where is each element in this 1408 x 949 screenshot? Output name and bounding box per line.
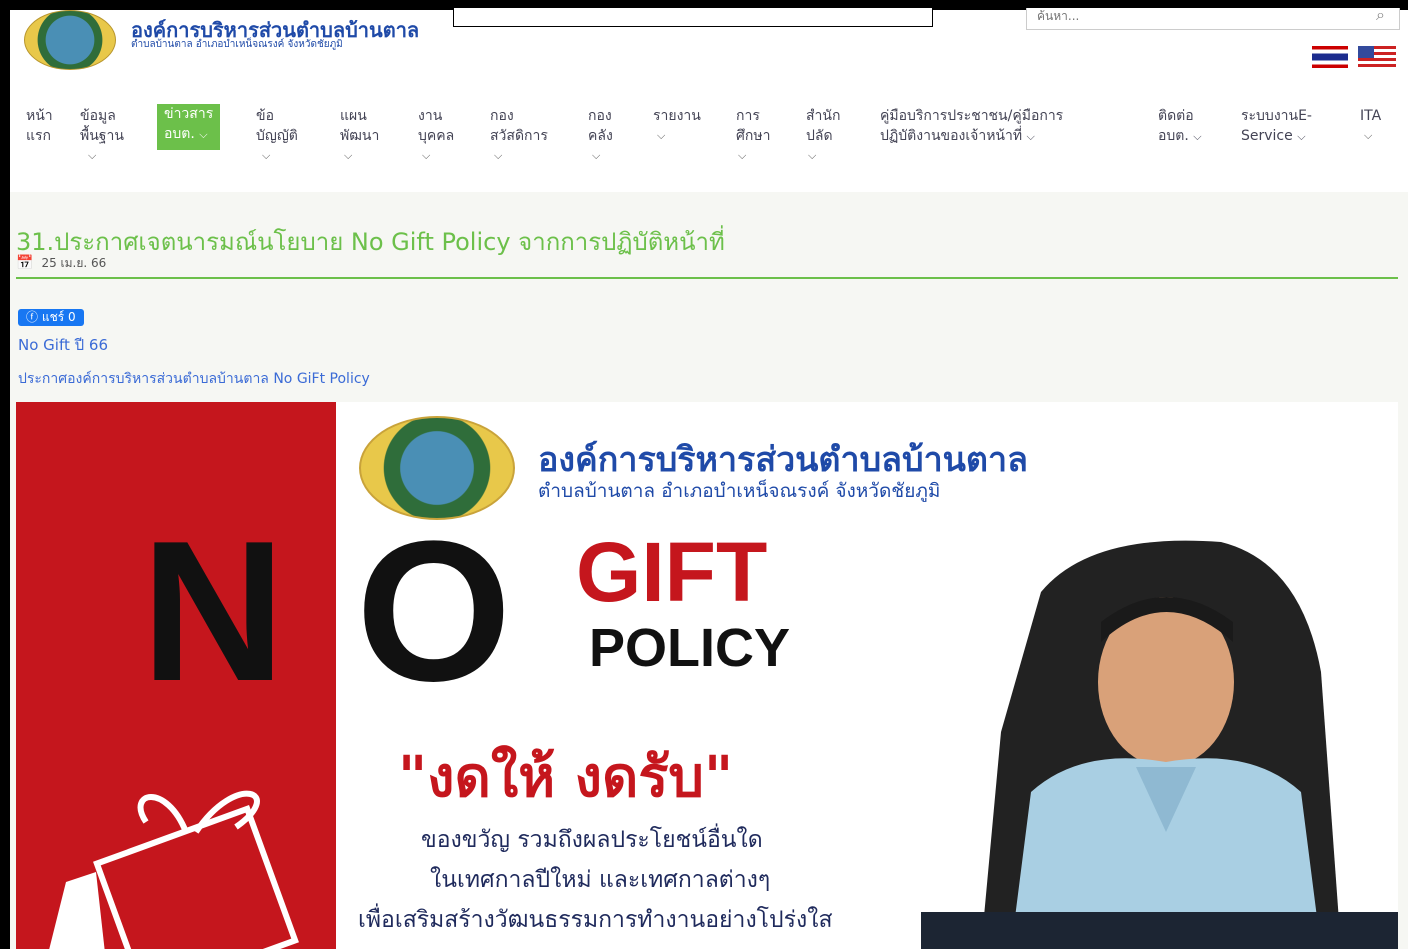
nav-label: Service (1241, 128, 1293, 144)
chevron-down-icon: ⌵ (657, 129, 666, 142)
share-label: แชร์ 0 (41, 310, 76, 324)
nav-label: ปฏิบัติงานของเจ้าหน้าที่ (880, 128, 1023, 144)
nav-label: สำนัก (806, 108, 841, 124)
banner-org-sub: ตำบลบ้านตาล อำเภอบำเหน็จณรงค์ จังหวัดชัย… (538, 480, 941, 502)
chevron-down-icon: ⌵ (494, 149, 503, 162)
nav-label: ศึกษา (736, 128, 771, 144)
banner-line-1: ของขวัญ รวมถึงผลประโยชน์อื่นใด (421, 827, 763, 853)
banner-letter-o: O (356, 500, 512, 723)
site-subtitle: ตำบลบ้านตาล อำเภอบำเหน็จณรงค์ จังหวัดชัย… (131, 39, 343, 50)
nav-item-dev-plan[interactable]: แผน พัฒนา ⌵ (340, 106, 379, 166)
nav-label: ติดต่อ (1158, 108, 1194, 124)
facebook-icon: ⓕ (26, 310, 39, 324)
nav-label: ITA (1360, 108, 1382, 124)
us-flag-icon[interactable] (1358, 46, 1396, 68)
nav-label: ข้อ (256, 108, 274, 124)
divider (16, 277, 1398, 279)
search-input[interactable] (1027, 8, 1347, 29)
nav-item-home[interactable]: หน้า แรก (26, 106, 53, 146)
nav-label: กอง (490, 108, 514, 124)
nav-label: แรก (26, 128, 52, 144)
calendar-icon: 📅 (16, 255, 34, 271)
banner-policy-text: POLICY (589, 618, 791, 678)
nav-item-news[interactable]: ข่าวสาร อบต. ⌵ (157, 104, 221, 150)
banner-line-2: ในเทศกาลปีใหม่ และเทศกาลต่างๆ (430, 867, 771, 893)
chevron-down-icon: ⌵ (1193, 130, 1202, 143)
nav-item-regulations[interactable]: ข้อ บัญญัติ ⌵ (256, 106, 298, 166)
nav-label: คลัง (588, 128, 613, 144)
nav-label: งาน (418, 108, 443, 124)
nav-item-education[interactable]: การ ศึกษา ⌵ (736, 106, 770, 166)
chevron-down-icon: ⌵ (592, 149, 601, 162)
banner-letter-n: N (130, 500, 322, 723)
nav-label: ข่าวสาร (164, 106, 214, 122)
chevron-down-icon: ⌵ (1297, 130, 1306, 143)
nav-item-finance[interactable]: กอง คลัง ⌵ (588, 106, 613, 166)
chevron-down-icon: ⌵ (1364, 129, 1373, 142)
page: องค์การบริหารส่วนตำบลบ้านตาล ตำบลบ้านตาล… (10, 8, 1408, 949)
nav-label: พัฒนา (340, 128, 380, 144)
post-date-text: 25 เม.ย. 66 (41, 256, 107, 270)
official-portrait (921, 540, 1398, 949)
facebook-share-button[interactable]: ⓕ แชร์ 0 (18, 309, 84, 326)
announcement-link[interactable]: ประกาศองค์การบริหารส่วนตำบลบ้านตาล No Gi… (18, 368, 370, 390)
page-title: 31.ประกาศเจตนารมณ์นโยบาย No Gift Policy … (16, 228, 725, 256)
banner-slogan: "งดให้ งดรับ" (398, 745, 734, 810)
chevron-down-icon: ⌵ (344, 149, 353, 162)
gift-box-icon (49, 790, 299, 949)
nav-item-ita[interactable]: ITA ⌵ (1360, 106, 1381, 146)
chevron-down-icon: ⌵ (808, 149, 817, 162)
nav-item-eservice[interactable]: ระบบงานE- Service ⌵ (1241, 106, 1312, 147)
nav-label: หน้า (26, 108, 53, 124)
nav-label: ข้อมูล (80, 108, 116, 124)
nav-label: อบต. (164, 126, 195, 142)
banner-gift-text: GIFT (576, 525, 768, 619)
nav-label: กอง (588, 108, 612, 124)
nav-label: รายงาน (653, 108, 701, 124)
banner-line-3: เพื่อเสริมสร้างวัฒนธรรมการทำงานอย่างโปร่… (358, 907, 833, 933)
nav-item-office[interactable]: สำนัก ปลัด ⌵ (806, 106, 840, 166)
nav-item-personnel[interactable]: งาน บุคคล ⌵ (418, 106, 454, 166)
chevron-down-icon: ⌵ (88, 149, 97, 162)
nav-item-basic-info[interactable]: ข้อมูล พื้นฐาน ⌵ (80, 106, 124, 166)
nav-item-contact[interactable]: ติดต่อ อบต. ⌵ (1158, 106, 1202, 147)
no-gift-banner-image: องค์การบริหารส่วนตำบลบ้านตาล ตำบลบ้านตาล… (16, 402, 1398, 949)
chevron-down-icon: ⌵ (1026, 130, 1035, 143)
nav-item-manual[interactable]: คู่มือบริการประชาชน/คู่มือการ ปฏิบัติงาน… (880, 106, 1063, 147)
nav-label: คู่มือบริการประชาชน/คู่มือการ (880, 108, 1064, 124)
search-box[interactable]: ⌕ (1026, 8, 1400, 30)
nav-label: สวัสดิการ (490, 128, 548, 144)
nav-label: พื้นฐาน (80, 128, 124, 144)
thai-flag-icon[interactable] (1312, 46, 1348, 68)
overlay-box (453, 8, 933, 27)
main-nav: หน้า แรก ข้อมูล พื้นฐาน ⌵ ข่าวสาร อบต. ⌵… (10, 104, 1408, 176)
nav-item-welfare[interactable]: กอง สวัสดิการ ⌵ (490, 106, 548, 166)
post-date: 📅 25 เม.ย. 66 (16, 254, 106, 273)
search-icon[interactable]: ⌕ (1376, 8, 1385, 25)
nav-label: บุคคล (418, 128, 455, 144)
nav-label: บัญญัติ (256, 128, 298, 144)
nav-label: การ (736, 108, 760, 124)
attachment-link[interactable]: No Gift ปี 66 (18, 333, 108, 357)
chevron-down-icon: ⌵ (199, 128, 208, 141)
content-area: 31.ประกาศเจตนารมณ์นโยบาย No Gift Policy … (10, 192, 1408, 949)
site-logo[interactable] (24, 10, 116, 70)
chevron-down-icon: ⌵ (262, 149, 271, 162)
nav-label: ปลัด (806, 128, 833, 144)
nav-label: ระบบงานE- (1241, 108, 1312, 124)
chevron-down-icon: ⌵ (422, 149, 431, 162)
nav-label: อบต. (1158, 128, 1189, 144)
nav-item-reports[interactable]: รายงาน ⌵ (653, 106, 701, 146)
nav-label: แผน (340, 108, 367, 124)
chevron-down-icon: ⌵ (738, 149, 747, 162)
